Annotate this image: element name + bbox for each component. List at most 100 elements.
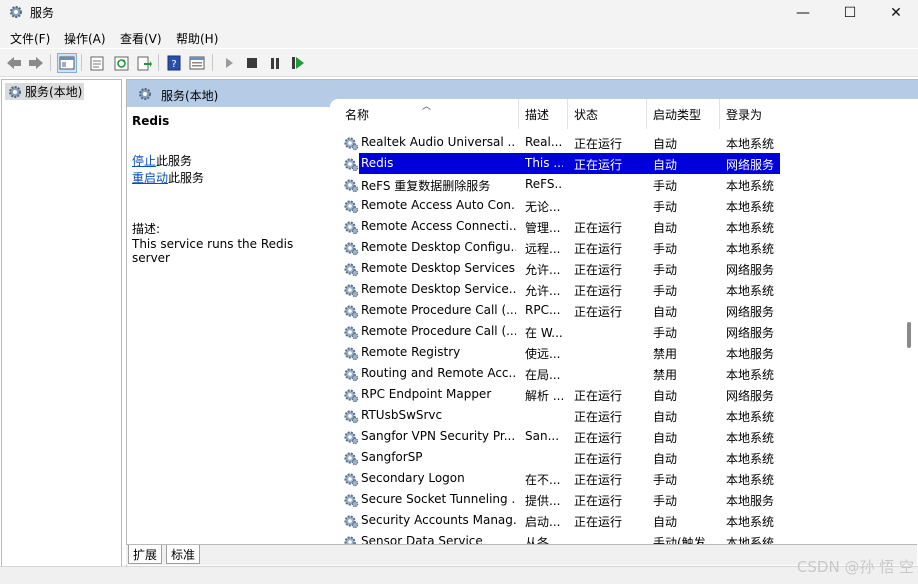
column-header-status[interactable]: 状态	[574, 106, 598, 126]
cell-start: 自动	[653, 431, 678, 445]
maximize-button[interactable]: ☐	[827, 0, 873, 26]
stop-service-link[interactable]: 停止	[132, 154, 156, 168]
table-row[interactable]: Remote Procedure Call (... RPC... 正在运行 自动 网络…	[330, 300, 890, 321]
cell-desc: 允许...	[525, 284, 561, 298]
restart-icon[interactable]	[288, 53, 308, 73]
table-row[interactable]: Secure Socket Tunneling ... 提供... 正在运行 手动 本地…	[330, 489, 890, 510]
column-header-description[interactable]: 描述	[525, 106, 549, 126]
menu-view[interactable]: 查看(V)	[120, 30, 162, 47]
table-row[interactable]: Remote Desktop Services 允许... 正在运行 手动 网络服务	[330, 258, 890, 279]
services-gear-icon	[10, 6, 22, 18]
cell-logon: 本地系统	[726, 410, 775, 424]
services-list: ︿ 名称 描述 状态 启动类型 登录为 Realtek Audio Univer…	[330, 99, 918, 550]
cell-logon: 网络服务	[726, 158, 775, 172]
table-row[interactable]: Routing and Remote Acc... 在局... 禁用 本地系统	[330, 363, 890, 384]
cell-desc: 提供...	[525, 494, 561, 508]
cell-name: Sangfor VPN Security Pr...	[361, 429, 516, 443]
service-gear-icon	[344, 473, 359, 487]
table-row[interactable]: RTUsbSwSrvc 正在运行 自动 本地系统	[330, 405, 890, 426]
description-text: This service runs the Redis server	[132, 237, 294, 265]
table-row[interactable]: Remote Access Connecti... 管理... 正在运行 自动 本地系统	[330, 216, 890, 237]
menu-file[interactable]: 文件(F)	[10, 30, 50, 47]
restart-service-row: 重启动此服务	[132, 169, 204, 186]
cell-logon: 本地系统	[726, 200, 775, 214]
forward-arrow-icon[interactable]	[26, 53, 46, 73]
services-gear-icon	[139, 88, 151, 100]
cell-start: 自动	[653, 221, 678, 235]
cell-desc: 允许...	[525, 263, 561, 277]
table-row[interactable]: Remote Access Auto Con... 无论... 手动 本地系统	[330, 195, 890, 216]
cell-logon: 本地服务	[726, 347, 775, 361]
table-row[interactable]: Remote Desktop Configu... 远程... 正在运行 手动 本地系统	[330, 237, 890, 258]
column-header-logon-as[interactable]: 登录为	[726, 106, 762, 126]
cell-status: 正在运行	[574, 284, 623, 298]
service-gear-icon	[344, 284, 359, 298]
table-row[interactable]: ReFS 重复数据删除服务 ReFS... 手动 本地系统	[330, 174, 890, 195]
close-button[interactable]: ✕	[873, 0, 918, 26]
table-row[interactable]: Remote Procedure Call (... 在 W... 手动 网络服务	[330, 321, 890, 342]
help-icon[interactable]: ?	[164, 53, 184, 73]
service-gear-icon	[344, 305, 359, 319]
cell-logon: 本地系统	[726, 284, 775, 298]
pause-icon[interactable]	[265, 53, 285, 73]
cell-start: 自动	[653, 410, 678, 424]
cell-status: 正在运行	[574, 242, 623, 256]
cell-name: Remote Procedure Call (...	[361, 303, 516, 317]
cell-start: 手动	[653, 326, 678, 340]
cell-desc: 远程...	[525, 242, 561, 256]
mmc-view-icon[interactable]	[187, 53, 207, 73]
refresh-icon[interactable]	[111, 53, 131, 73]
cell-name: RTUsbSwSrvc	[361, 408, 443, 422]
cell-status: 正在运行	[574, 410, 623, 424]
table-row[interactable]: RPC Endpoint Mapper 解析 ... 正在运行 自动 网络服务	[330, 384, 890, 405]
stop-icon[interactable]	[242, 53, 262, 73]
cell-status: 正在运行	[574, 221, 623, 235]
console-tree: 服务(本地)	[1, 79, 122, 567]
tab-standard[interactable]: 标准	[166, 545, 201, 564]
cell-status: 正在运行	[574, 515, 623, 529]
cell-logon: 本地系统	[726, 137, 775, 151]
cell-logon: 本地系统	[726, 452, 775, 466]
window-title: 服务	[30, 6, 55, 20]
svg-text:?: ?	[171, 59, 176, 70]
scrollbar-thumb[interactable]	[907, 322, 911, 348]
service-gear-icon	[344, 410, 359, 424]
cell-status: 正在运行	[574, 452, 623, 466]
cell-desc: ReFS...	[525, 177, 563, 191]
cell-status: 正在运行	[574, 305, 623, 319]
tree-item-services-local[interactable]: 服务(本地)	[5, 83, 85, 100]
menu-help[interactable]: 帮助(H)	[176, 30, 218, 47]
console-tree-icon[interactable]	[57, 53, 77, 73]
start-icon[interactable]	[219, 53, 239, 73]
service-gear-icon	[344, 347, 359, 361]
menu-action[interactable]: 操作(A)	[64, 30, 106, 47]
service-gear-icon	[344, 242, 359, 256]
table-row[interactable]: Secondary Logon 在不... 正在运行 手动 本地系统	[330, 468, 890, 489]
service-gear-icon	[344, 452, 359, 466]
properties-icon[interactable]	[87, 53, 107, 73]
table-row[interactable]: Sangfor VPN Security Pr... San... 正在运行 自动 本地…	[330, 426, 890, 447]
table-row[interactable]: Security Accounts Manag... 启动... 正在运行 自动 本地系…	[330, 510, 890, 531]
table-row[interactable]: Realtek Audio Universal ... Real... 正在运行 自动…	[330, 132, 890, 153]
table-row[interactable]: Remote Registry 使远... 禁用 本地服务	[330, 342, 890, 363]
cell-start: 自动	[653, 158, 678, 172]
restart-service-link[interactable]: 重启动	[132, 171, 168, 185]
service-gear-icon	[344, 326, 359, 340]
column-header-name[interactable]: 名称	[345, 106, 369, 126]
service-gear-icon	[344, 368, 359, 382]
cell-logon: 网络服务	[726, 389, 775, 403]
cell-desc: 使远...	[525, 347, 561, 361]
table-row[interactable]: Remote Desktop Service... 允许... 正在运行 手动 本地系统	[330, 279, 890, 300]
back-arrow-icon[interactable]	[4, 53, 24, 73]
service-name: Redis	[132, 114, 170, 128]
tab-extended[interactable]: 扩展	[128, 545, 163, 564]
table-row[interactable]: SangforSP 正在运行 自动 本地系统	[330, 447, 890, 468]
cell-desc: 启动...	[525, 515, 561, 529]
export-icon[interactable]	[134, 53, 154, 73]
service-details: Redis 停止此服务 重启动此服务 描述: This service runs…	[127, 107, 330, 544]
column-header-startup-type[interactable]: 启动类型	[653, 106, 701, 126]
cell-name: Redis	[361, 156, 394, 170]
cell-name: Realtek Audio Universal ...	[361, 135, 516, 149]
table-row[interactable]: Redis This ... 正在运行 自动 网络服务	[330, 153, 890, 174]
minimize-button[interactable]: —	[780, 0, 826, 26]
